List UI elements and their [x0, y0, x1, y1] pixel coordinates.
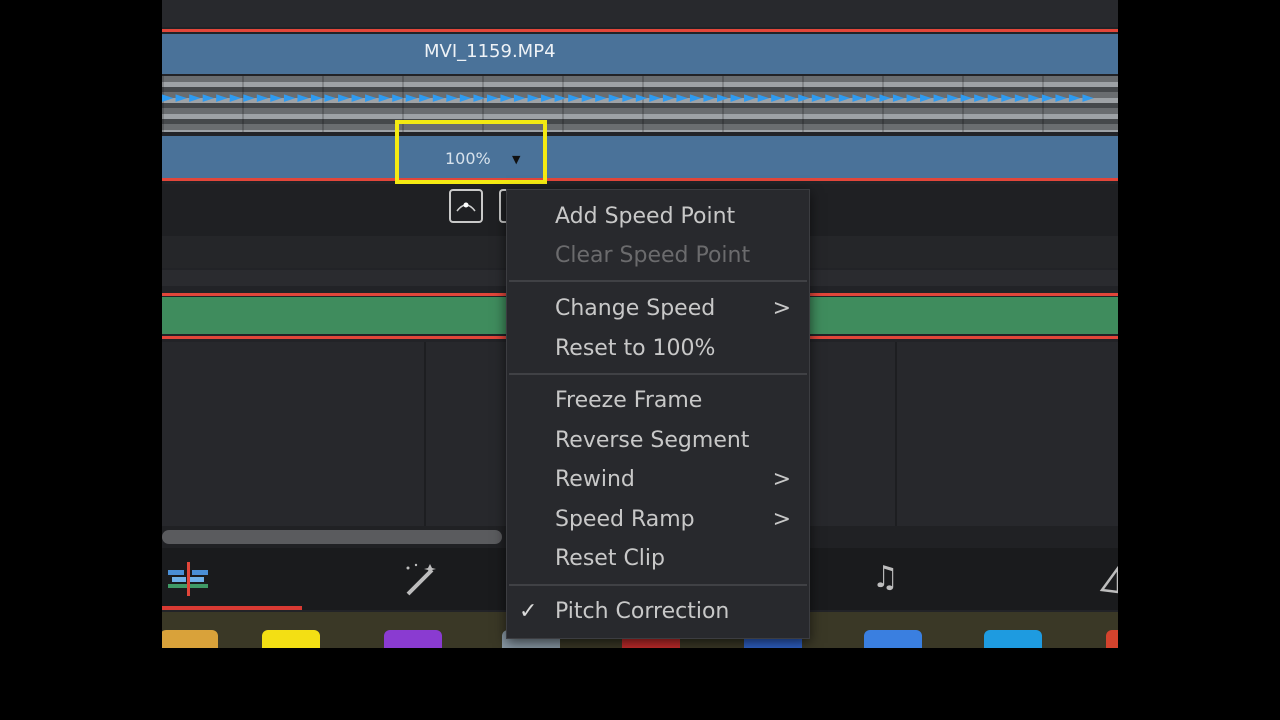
- clip-top-border: [162, 29, 1118, 32]
- submenu-chevron-icon: >: [772, 507, 791, 532]
- scrollbar-thumb[interactable]: [162, 530, 502, 544]
- app-icon-orange[interactable]: [1106, 630, 1118, 648]
- retime-context-menu: Add Speed Point Clear Speed Point Change…: [506, 189, 810, 639]
- menu-item-add-speed-point[interactable]: Add Speed Point: [555, 204, 735, 229]
- menu-separator: [509, 280, 807, 282]
- grid-line: [424, 342, 426, 526]
- menu-item-reset-clip[interactable]: Reset Clip: [555, 546, 665, 571]
- edit-timeline-icon[interactable]: [166, 562, 212, 600]
- clip-name: MVI_1159.MP4: [424, 41, 556, 62]
- menu-item-rewind[interactable]: Rewind: [555, 467, 635, 492]
- menu-item-freeze-frame[interactable]: Freeze Frame: [555, 388, 702, 413]
- menu-item-clear-speed-point: Clear Speed Point: [555, 243, 751, 268]
- submenu-chevron-icon: >: [772, 296, 791, 321]
- active-tab-indicator: [162, 606, 302, 610]
- highlight-box: [395, 120, 547, 184]
- app-icon-yellow[interactable]: [262, 630, 320, 648]
- app-icon-purple[interactable]: [384, 630, 442, 648]
- menu-separator: [509, 584, 807, 586]
- menu-item-reverse-segment[interactable]: Reverse Segment: [555, 428, 749, 453]
- menu-item-pitch-correction[interactable]: Pitch Correction: [555, 599, 729, 624]
- folder-icon[interactable]: [162, 630, 218, 648]
- app-icon-blue2[interactable]: [864, 630, 922, 648]
- clip-bottom-border: [162, 178, 1118, 181]
- menu-item-reset-to-100[interactable]: Reset to 100%: [555, 336, 715, 361]
- checkmark-icon: ✓: [519, 599, 538, 624]
- fusion-wand-icon[interactable]: [400, 562, 440, 602]
- app-icon-cyan[interactable]: [984, 630, 1042, 648]
- resolve-window: MVI_1159.MP4 ►►►►►►►►►►►►►►►►►►►►►►►►►►►…: [162, 0, 1118, 648]
- deliver-rocket-icon[interactable]: [1098, 562, 1118, 600]
- grid-line: [895, 342, 897, 526]
- menu-separator: [509, 373, 807, 375]
- menu-item-speed-ramp[interactable]: Speed Ramp: [555, 507, 695, 532]
- curve-icon: [456, 202, 476, 212]
- speed-direction-arrows: ►►►►►►►►►►►►►►►►►►►►►►►►►►►►►►►►►►►►►►►►…: [162, 88, 1096, 106]
- retime-curve-button[interactable]: [449, 189, 483, 223]
- fairlight-music-icon[interactable]: ♫: [872, 560, 899, 595]
- menu-item-change-speed[interactable]: Change Speed: [555, 296, 715, 321]
- video-clip-header[interactable]: [162, 34, 1118, 74]
- submenu-chevron-icon: >: [772, 467, 791, 492]
- retime-speed-bar[interactable]: [162, 136, 1118, 178]
- top-strip: [162, 0, 1118, 27]
